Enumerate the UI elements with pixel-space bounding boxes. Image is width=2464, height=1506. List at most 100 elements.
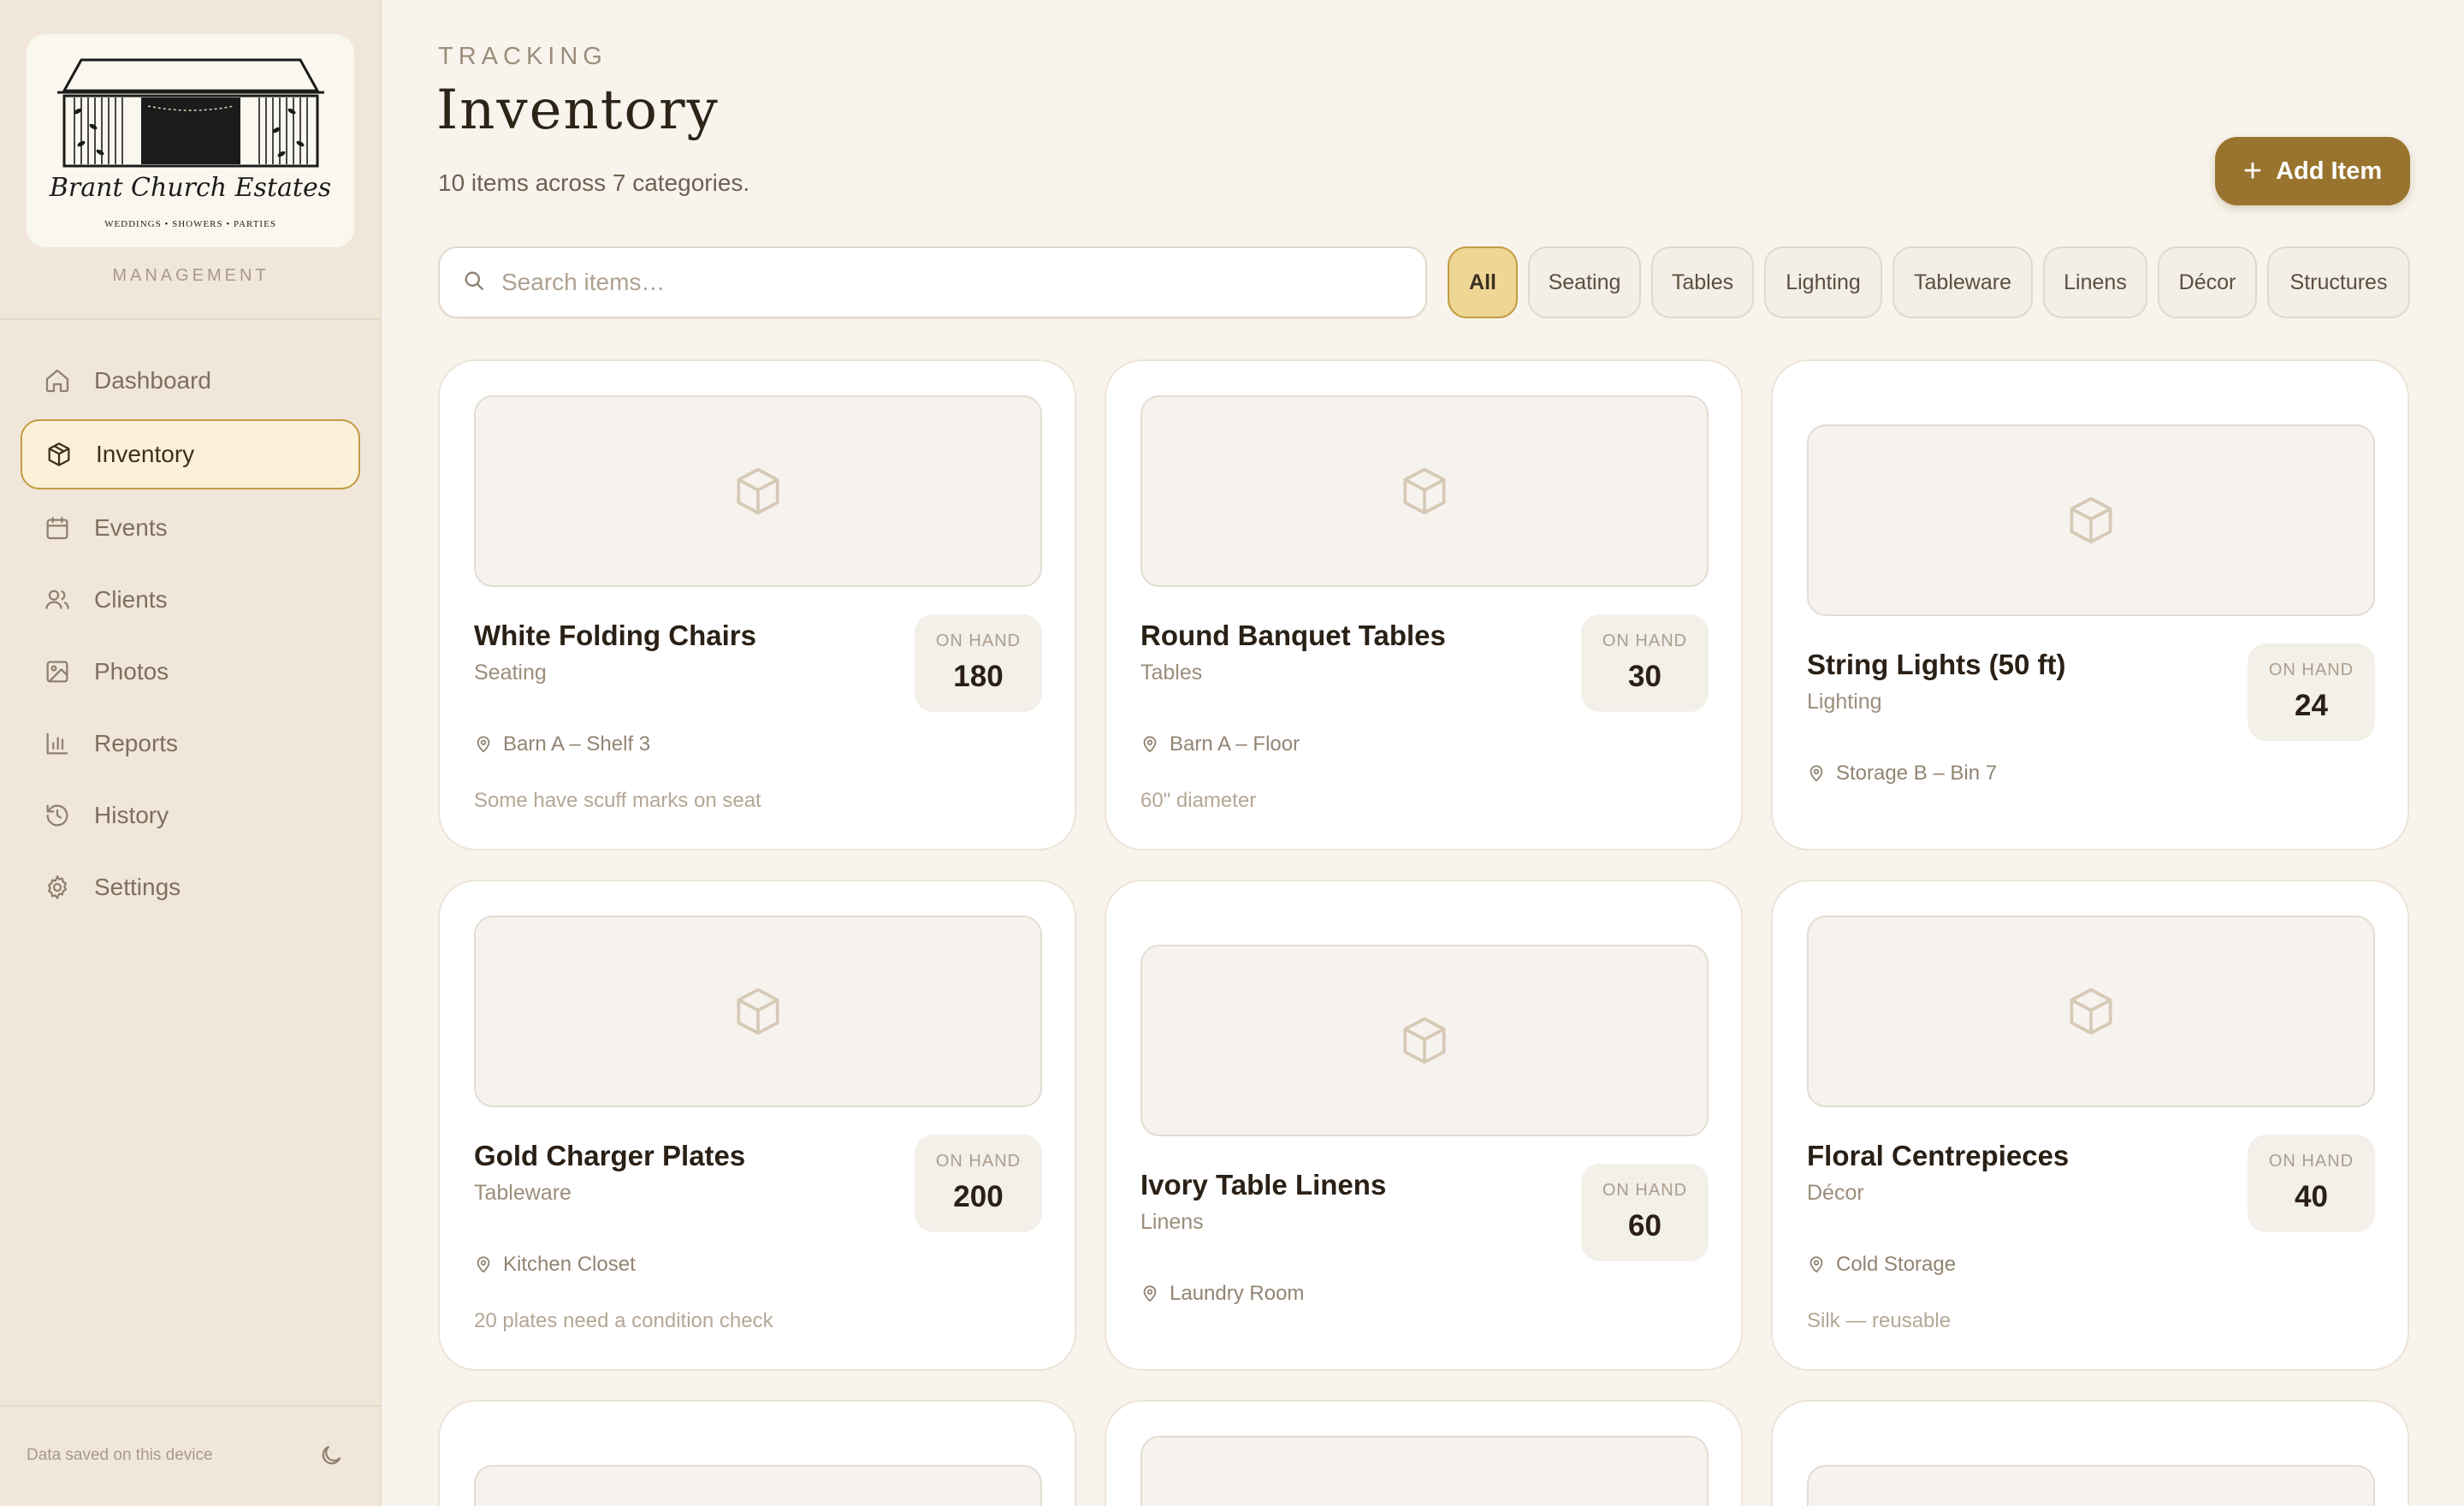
sidebar-item-label: History [94,802,169,828]
filter-chip-decor[interactable]: Décor [2158,246,2257,318]
on-hand-badge: ON HAND 180 [915,614,1042,712]
on-hand-badge: ON HAND 40 [2248,1135,2375,1232]
save-status: Data saved on this device [27,1446,213,1464]
moon-icon[interactable] [318,1443,344,1468]
add-item-button[interactable]: + Add Item [2215,137,2410,205]
inventory-card[interactable] [1105,1400,1743,1506]
sidebar-item-label: Photos [94,658,169,685]
sidebar-item-history[interactable]: History [21,780,360,851]
on-hand-label: ON HAND [2268,661,2354,679]
history-icon [43,801,72,830]
inventory-card[interactable]: String Lights (50 ft) Lighting ON HAND 2… [1771,359,2409,851]
item-note: 60" diameter [1140,789,1257,812]
sidebar-item-settings[interactable]: Settings [21,852,360,922]
package-icon [2070,496,2112,544]
item-name: String Lights (50 ft) [1807,649,2066,680]
brand-tagline: WEDDINGS • SHOWERS • PARTIES [104,219,276,229]
item-category: Lighting [1807,690,1882,714]
sidebar-item-label: Clients [94,586,168,613]
item-location: Laundry Room [1140,1282,1304,1306]
item-name: Round Banquet Tables [1140,620,1446,651]
map-pin-icon [477,1256,490,1273]
on-hand-label: ON HAND [935,1152,1022,1171]
item-location: Barn A – Shelf 3 [474,732,650,756]
gear-icon [43,873,72,902]
sidebar-item-reports[interactable]: Reports [21,709,360,779]
item-location-text: Storage B – Bin 7 [1836,762,1998,785]
item-image-placeholder [1807,1465,2375,1506]
package-icon [737,987,779,1035]
search-input[interactable] [501,269,1408,296]
brand-logo: Brant Church Estates WEDDINGS • SHOWERS … [27,34,354,247]
on-hand-count: 24 [2295,689,2328,722]
page-eyebrow: TRACKING [438,43,607,70]
search-box [438,246,1427,318]
map-pin-icon [1810,1256,1823,1273]
on-hand-count: 200 [953,1180,1004,1213]
brand-name: Brant Church Estates [49,173,332,203]
on-hand-label: ON HAND [1602,631,1688,650]
filter-chip-lighting[interactable]: Lighting [1764,246,1882,318]
sidebar-item-photos[interactable]: Photos [21,637,360,707]
sidebar-section-label: MANAGEMENT [112,266,270,285]
sidebar-footer-divider [0,1405,382,1407]
inventory-card[interactable]: White Folding Chairs Seating ON HAND 180… [438,359,1076,851]
filter-chip-all[interactable]: All [1448,246,1518,318]
inventory-card[interactable] [438,1400,1076,1506]
inventory-card[interactable]: Floral Centrepieces Décor ON HAND 40 Col… [1771,880,2409,1371]
on-hand-count: 180 [953,660,1004,693]
sidebar: Brant Church Estates WEDDINGS • SHOWERS … [0,0,382,1506]
on-hand-count: 40 [2295,1180,2328,1213]
item-image-placeholder [474,395,1042,587]
item-category: Tables [1140,661,1203,685]
item-image-placeholder [1807,424,2375,616]
inventory-card[interactable]: Gold Charger Plates Tableware ON HAND 20… [438,880,1076,1371]
calendar-icon [43,513,72,543]
map-pin-icon [477,736,490,753]
inventory-card[interactable]: Round Banquet Tables Tables ON HAND 30 B… [1105,359,1743,851]
package-icon [44,440,74,469]
add-item-label: Add Item [2276,157,2383,185]
users-icon [43,585,72,614]
sidebar-item-dashboard[interactable]: Dashboard [21,346,360,416]
item-location-text: Cold Storage [1836,1253,1957,1276]
package-icon [1403,1017,1446,1064]
filter-chip-tables[interactable]: Tables [1651,246,1754,318]
item-image-placeholder [474,1465,1042,1506]
item-category: Tableware [474,1181,572,1205]
item-location-text: Kitchen Closet [503,1253,636,1276]
item-location-text: Barn A – Floor [1170,732,1300,756]
sidebar-item-label: Events [94,514,168,541]
filter-chip-structures[interactable]: Structures [2267,246,2410,318]
on-hand-badge: ON HAND 60 [1581,1164,1709,1261]
item-image-placeholder [1140,945,1709,1136]
on-hand-count: 30 [1628,660,1661,693]
on-hand-label: ON HAND [1602,1181,1688,1200]
sidebar-item-label: Reports [94,730,179,756]
sidebar-item-clients[interactable]: Clients [21,565,360,635]
map-pin-icon [1143,736,1157,753]
item-image-placeholder [1140,395,1709,587]
sidebar-item-inventory[interactable]: Inventory [21,419,360,489]
image-icon [43,657,72,686]
sidebar-item-label: Inventory [96,441,195,467]
on-hand-badge: ON HAND 30 [1581,614,1709,712]
sidebar-item-events[interactable]: Events [21,493,360,563]
package-icon [2070,987,2112,1035]
on-hand-badge: ON HAND 200 [915,1135,1042,1232]
item-note: Silk — reusable [1807,1309,1952,1332]
package-icon [1403,467,1446,515]
on-hand-count: 60 [1628,1209,1661,1242]
inventory-summary: 10 items across 7 categories. [438,169,750,196]
inventory-card[interactable]: Ivory Table Linens Linens ON HAND 60 Lau… [1105,880,1743,1371]
filter-chip-linens[interactable]: Linens [2043,246,2147,318]
item-image-placeholder [474,916,1042,1107]
home-icon [43,366,72,395]
filter-chip-seating[interactable]: Seating [1528,246,1641,318]
filter-chip-tableware[interactable]: Tableware [1892,246,2033,318]
on-hand-label: ON HAND [2268,1152,2354,1171]
bar-chart-icon [43,729,72,758]
item-category: Décor [1807,1181,1864,1205]
inventory-card[interactable] [1771,1400,2409,1506]
item-location-text: Laundry Room [1170,1282,1305,1305]
